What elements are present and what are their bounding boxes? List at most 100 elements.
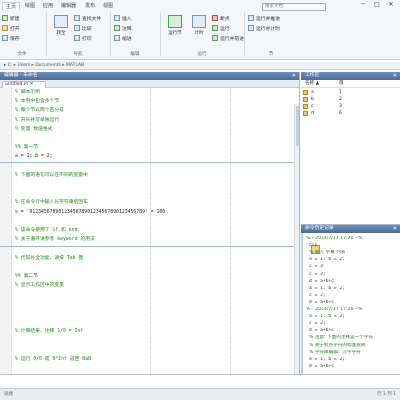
code-line[interactable]: % 显示工作区中的变量 (15, 283, 64, 289)
history-entry[interactable]: % 注意: 下面的注释是一个字符 (309, 335, 400, 341)
tab-plots[interactable]: 绘图 (22, 2, 38, 10)
history-entry[interactable]: % 字符串编辑：汉字字符 (309, 350, 400, 356)
timer-button[interactable]: 计时 (188, 14, 210, 48)
search-documentation-input[interactable]: 搜索文档 (262, 3, 326, 11)
code-line[interactable]: % 计算结果，注释 1/0 = Inf (15, 329, 83, 335)
history-entry[interactable]: a = 1; b = 2; (309, 286, 400, 292)
variable-value: 2 (339, 97, 342, 102)
tab-publish[interactable]: 发布 (82, 2, 98, 10)
group-label-navigate: 导航 (73, 52, 83, 57)
code-line[interactable]: %% 第一节 (15, 145, 38, 151)
history-entry[interactable]: a = 1; b = 2; (309, 357, 400, 363)
indent-button[interactable]: 缩进 (114, 34, 132, 42)
workspace-variable-row[interactable]: d6 (301, 110, 400, 117)
history-entry[interactable]: % 输入 字幕 列表 (309, 250, 400, 256)
variable-icon (303, 90, 308, 95)
save-button[interactable]: 保存 (2, 34, 20, 42)
code-line[interactable]: % 代码补全功能，请按 Tab 键 (15, 256, 83, 262)
history-entry[interactable]: d = a+b+c (309, 279, 400, 285)
history-entry[interactable]: %-- 2014/7/17 17:26 --% (306, 307, 400, 313)
history-close-icon[interactable]: ✕ (393, 225, 397, 233)
code-line[interactable]: % 关于循环请参考 keyword 的用法 (15, 237, 95, 243)
history-entry[interactable]: %-- 2014/7/17 17:26 --% (306, 236, 400, 242)
code-line[interactable]: % 下面的语句可以在不同的变量中 (15, 173, 88, 179)
run-advance-button[interactable]: 运行并前进 (212, 34, 244, 42)
ribbon-group-edit: 插入 注释 缩进 编辑 (112, 12, 158, 58)
group-label-file: 文件 (17, 52, 27, 57)
new-button[interactable]: 新建 (2, 14, 20, 22)
cursor-position: 行 1 列 1 (376, 392, 396, 397)
print-icon (74, 35, 80, 41)
timer-icon (192, 15, 206, 28)
open-button[interactable]: 打开 (2, 24, 20, 32)
column-value[interactable]: 值 (339, 80, 344, 88)
run-and-time-button[interactable]: 运行并计时 (248, 24, 280, 32)
code-line[interactable]: % 运行 0/0 或 0*Inf 返回 NaN (15, 357, 91, 363)
history-entry[interactable]: d = a+b+c (309, 364, 400, 370)
history-entry[interactable]: clc (309, 243, 400, 249)
run-and-advance-button[interactable]: 运行并推进 (248, 14, 280, 22)
maximize-icon[interactable]: □ (372, 1, 382, 9)
editor-body[interactable]: % 脚本示例 % 本例中包含多个节 % 每个节以两个百分号 % 开头并可单独运行 % 变… (0, 88, 299, 374)
workspace-variable-row[interactable]: c3 (301, 103, 400, 110)
line-number-gutter[interactable] (0, 88, 12, 374)
editor-file-tab[interactable]: untitled.m ✕ (2, 81, 46, 88)
code-line[interactable]: % 本例中包含多个节 (15, 99, 59, 105)
code-line[interactable]: a = 1; b = 2; (15, 154, 53, 160)
history-entry[interactable]: c = 2; (309, 272, 400, 278)
command-window-strip[interactable] (0, 374, 400, 388)
close-icon[interactable]: ✕ (386, 1, 396, 9)
find-files-button[interactable]: 查找文件 (74, 14, 101, 22)
history-entry[interactable]: c = 2; (309, 293, 400, 299)
workspace-close-icon[interactable]: ✕ (393, 72, 397, 80)
code-line[interactable]: % 变量 数值格式 (15, 127, 52, 133)
minimize-icon[interactable]: ─ (358, 1, 368, 9)
group-label-section: 节 (268, 52, 274, 57)
history-title-bar: 命令历史记录 ✕ (301, 225, 400, 233)
tab-apps[interactable]: 应用 (40, 2, 56, 10)
workspace-variable-row[interactable]: b2 (301, 96, 400, 103)
ribbon-toolbar: 主页 绘图 应用 编辑器 发布 视图 搜索文档 ─ □ ✕ 新建 打开 保存 文… (0, 0, 400, 60)
history-entry[interactable]: d = a+b+c (309, 328, 400, 334)
code-line[interactable]: s = '01234567890123456789012345678901234… (15, 210, 165, 216)
run-icon (168, 15, 182, 28)
command-history-pane: 命令历史记录 ✕ %-- 2014/7/17 17:26 --% clc% 输入 … (301, 224, 400, 375)
run-button[interactable]: 运行 (212, 24, 230, 32)
editor-close-icon[interactable]: ✕ (292, 72, 296, 80)
history-entry[interactable]: d = a+b+c (309, 300, 400, 306)
column-name[interactable]: 名称 ▲ (305, 80, 319, 88)
history-entry[interactable]: c = 3 (309, 264, 400, 270)
code-line[interactable]: % 开头并可单独运行 (15, 118, 59, 124)
code-line[interactable]: %% 第二节 (15, 274, 38, 280)
workspace-title-bar: 工作区 ✕ (301, 72, 400, 80)
history-entry[interactable]: % 关于标点字符的标准规则 (309, 343, 400, 349)
breakpoint-button[interactable]: 断点 (212, 14, 230, 22)
code-line[interactable]: % 脚本示例 (15, 90, 40, 96)
tab-editor[interactable]: 编辑器 (58, 2, 79, 10)
variable-name: d (311, 111, 314, 116)
tab-home[interactable]: 主页 (2, 2, 21, 10)
indent-icon (114, 35, 120, 41)
editor-vertical-scrollbar[interactable] (294, 104, 299, 374)
goto-button[interactable]: 转至 (50, 14, 72, 48)
comment-button[interactable]: 注释 (114, 24, 132, 32)
insert-button[interactable]: 插入 (114, 14, 132, 22)
workspace-variable-row[interactable]: a1 (301, 89, 400, 96)
workspace-title: 工作区 (305, 73, 320, 78)
history-entry[interactable]: c = 2; (309, 321, 400, 327)
code-line[interactable]: % 该命令使用了 if 和 end (15, 228, 77, 234)
current-folder-bar[interactable]: ▸ C: ▸ Users ▸ Documents ▸ MATLAB (0, 62, 400, 70)
compare-button[interactable]: 比较 (74, 24, 92, 32)
status-bar: 就绪 行 1 列 1 (0, 388, 400, 400)
run-section-button[interactable]: 运行节 (164, 14, 186, 48)
editor-title: 编辑器 - 未命名 (4, 73, 38, 78)
scroll-thumb[interactable] (296, 106, 299, 146)
play-icon (212, 25, 218, 31)
history-entry[interactable]: a = 1; b = 2; (309, 314, 400, 320)
code-line[interactable]: % 每个节以两个百分号 (15, 108, 64, 114)
print-button[interactable]: 打印 (74, 34, 92, 42)
history-entry[interactable]: a = 1; b = 2; (309, 257, 400, 263)
code-line[interactable]: % 在命令行中输入长字符串后回车 (15, 200, 88, 206)
right-margin-line (150, 88, 151, 374)
tab-view[interactable]: 视图 (100, 2, 116, 10)
